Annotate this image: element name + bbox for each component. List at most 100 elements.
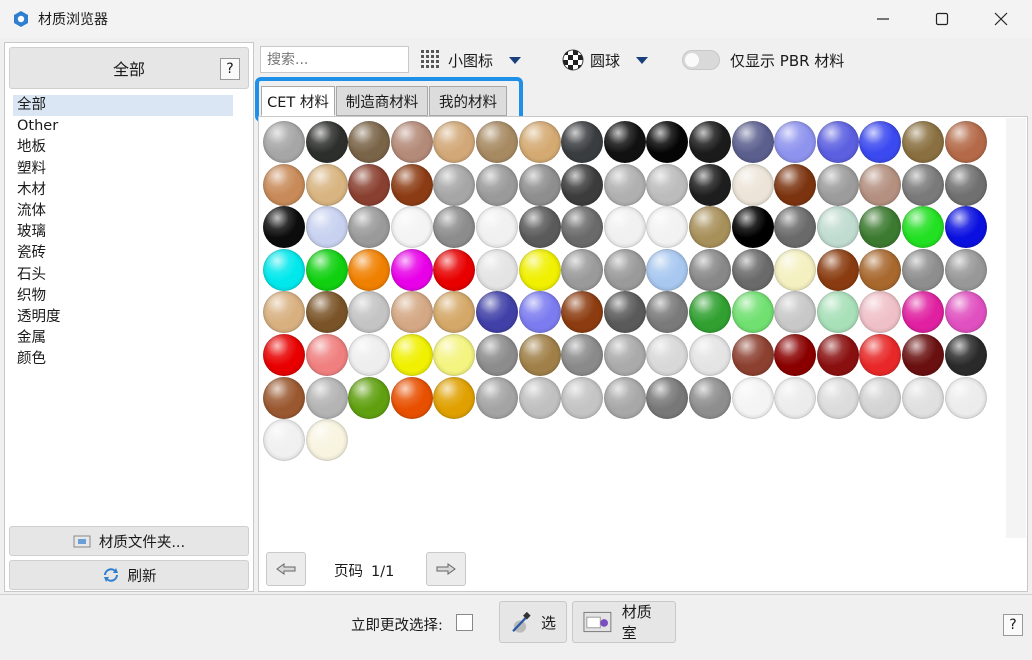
material-swatch[interactable] bbox=[348, 334, 391, 376]
material-swatch[interactable] bbox=[476, 121, 518, 163]
material-swatch[interactable] bbox=[305, 248, 348, 291]
material-swatch[interactable] bbox=[859, 163, 902, 206]
icon-size-dropdown[interactable]: 小图标 bbox=[420, 47, 522, 73]
material-swatch[interactable] bbox=[518, 121, 561, 163]
material-swatch[interactable] bbox=[263, 121, 305, 163]
category-item[interactable]: 全部 bbox=[13, 95, 233, 117]
material-swatch[interactable] bbox=[263, 419, 305, 462]
material-swatch[interactable] bbox=[305, 419, 348, 462]
material-swatch[interactable] bbox=[859, 376, 902, 419]
material-swatch[interactable] bbox=[902, 121, 944, 163]
material-swatch[interactable] bbox=[305, 334, 348, 376]
material-swatch[interactable] bbox=[390, 376, 433, 419]
material-swatch[interactable] bbox=[390, 334, 433, 376]
material-swatch[interactable] bbox=[263, 206, 305, 249]
material-swatch[interactable] bbox=[646, 163, 689, 206]
material-swatch[interactable] bbox=[390, 163, 433, 206]
material-swatch[interactable] bbox=[263, 334, 305, 376]
maximize-button[interactable] bbox=[919, 0, 965, 38]
material-swatch[interactable] bbox=[561, 376, 604, 419]
material-swatch[interactable] bbox=[731, 334, 774, 376]
immediate-change-checkbox[interactable] bbox=[456, 614, 473, 631]
material-swatch[interactable] bbox=[603, 291, 646, 334]
material-swatch[interactable] bbox=[390, 121, 433, 163]
help-button-bottom[interactable]: ? bbox=[1003, 614, 1023, 636]
category-item[interactable]: 玻璃 bbox=[13, 222, 233, 243]
material-swatch[interactable] bbox=[774, 248, 817, 291]
minimize-button[interactable] bbox=[860, 0, 906, 38]
material-swatch[interactable] bbox=[561, 163, 604, 206]
material-swatch[interactable] bbox=[689, 334, 731, 376]
material-swatch[interactable] bbox=[518, 206, 561, 249]
material-swatch[interactable] bbox=[561, 121, 604, 163]
material-swatch[interactable] bbox=[816, 334, 859, 376]
material-swatch[interactable] bbox=[305, 206, 348, 249]
category-item[interactable]: 金属 bbox=[13, 328, 233, 349]
pick-material-button[interactable]: 选 bbox=[499, 601, 567, 643]
help-button[interactable]: ? bbox=[220, 58, 240, 80]
material-swatch[interactable] bbox=[944, 376, 987, 419]
material-swatch[interactable] bbox=[774, 163, 817, 206]
material-swatch[interactable] bbox=[902, 376, 944, 419]
refresh-button[interactable]: 刷新 bbox=[9, 560, 249, 590]
material-swatch[interactable] bbox=[390, 291, 433, 334]
category-item[interactable]: 瓷砖 bbox=[13, 243, 233, 264]
category-item[interactable]: 流体 bbox=[13, 201, 233, 222]
material-swatch[interactable] bbox=[859, 248, 902, 291]
material-swatch[interactable] bbox=[305, 163, 348, 206]
material-swatch[interactable] bbox=[689, 206, 731, 249]
material-swatch[interactable] bbox=[774, 121, 817, 163]
material-swatch[interactable] bbox=[476, 334, 518, 376]
material-swatch[interactable] bbox=[902, 206, 944, 249]
material-swatch[interactable] bbox=[263, 248, 305, 291]
material-swatch[interactable] bbox=[646, 376, 689, 419]
material-swatch[interactable] bbox=[902, 334, 944, 376]
material-swatch[interactable] bbox=[518, 163, 561, 206]
material-swatch[interactable] bbox=[476, 163, 518, 206]
material-swatch[interactable] bbox=[902, 163, 944, 206]
material-swatch[interactable] bbox=[816, 248, 859, 291]
material-swatch[interactable] bbox=[816, 121, 859, 163]
material-swatch[interactable] bbox=[774, 334, 817, 376]
material-swatch[interactable] bbox=[263, 163, 305, 206]
material-swatch[interactable] bbox=[731, 121, 774, 163]
all-categories-button[interactable]: 全部 ? bbox=[9, 47, 249, 89]
preview-shape-dropdown[interactable]: 圆球 bbox=[562, 47, 649, 73]
previous-page-button[interactable] bbox=[266, 552, 306, 586]
material-swatch[interactable] bbox=[689, 163, 731, 206]
material-swatch[interactable] bbox=[433, 248, 476, 291]
material-swatch[interactable] bbox=[390, 206, 433, 249]
material-swatch[interactable] bbox=[731, 376, 774, 419]
grid-scrollbar[interactable] bbox=[1006, 118, 1026, 538]
material-swatch[interactable] bbox=[518, 334, 561, 376]
material-swatch[interactable] bbox=[390, 248, 433, 291]
material-swatch[interactable] bbox=[433, 376, 476, 419]
material-swatch[interactable] bbox=[305, 121, 348, 163]
material-swatch[interactable] bbox=[774, 376, 817, 419]
category-item[interactable]: 地板 bbox=[13, 137, 233, 158]
next-page-button[interactable] bbox=[426, 552, 466, 586]
material-swatch[interactable] bbox=[731, 206, 774, 249]
material-swatch[interactable] bbox=[348, 248, 391, 291]
material-swatch[interactable] bbox=[561, 334, 604, 376]
material-swatch[interactable] bbox=[944, 291, 987, 334]
material-swatch[interactable] bbox=[689, 376, 731, 419]
category-item[interactable]: 木材 bbox=[13, 180, 233, 201]
category-item[interactable]: 织物 bbox=[13, 286, 233, 307]
material-swatch[interactable] bbox=[603, 163, 646, 206]
material-swatch[interactable] bbox=[944, 206, 987, 249]
material-swatch[interactable] bbox=[348, 376, 391, 419]
material-swatch[interactable] bbox=[816, 206, 859, 249]
material-swatch[interactable] bbox=[348, 163, 391, 206]
material-swatch[interactable] bbox=[944, 163, 987, 206]
material-swatch[interactable] bbox=[603, 206, 646, 249]
material-swatch[interactable] bbox=[603, 376, 646, 419]
material-swatch[interactable] bbox=[476, 248, 518, 291]
material-swatch[interactable] bbox=[305, 376, 348, 419]
category-item[interactable]: 透明度 bbox=[13, 307, 233, 328]
material-swatch[interactable] bbox=[689, 248, 731, 291]
material-swatch[interactable] bbox=[816, 291, 859, 334]
material-swatch[interactable] bbox=[646, 248, 689, 291]
material-swatch[interactable] bbox=[731, 248, 774, 291]
material-swatch[interactable] bbox=[816, 163, 859, 206]
